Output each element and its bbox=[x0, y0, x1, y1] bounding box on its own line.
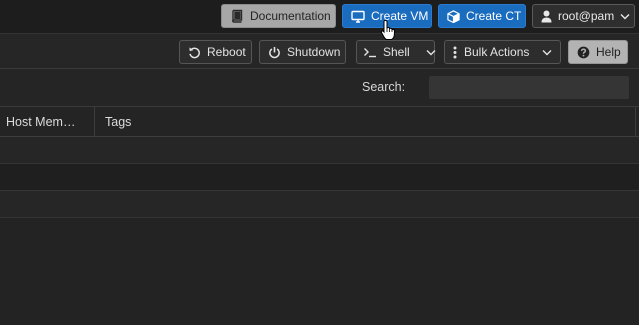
user-icon bbox=[541, 10, 552, 23]
reboot-label: Reboot bbox=[207, 45, 246, 59]
column-header-label: Host Mem… bbox=[6, 114, 76, 129]
help-label: Help bbox=[596, 45, 621, 59]
vertical-ellipsis-icon bbox=[453, 46, 457, 59]
chevron-down-icon[interactable] bbox=[426, 49, 436, 56]
search-label: Search: bbox=[362, 80, 406, 94]
bulk-actions-button[interactable]: Bulk Actions bbox=[444, 40, 561, 64]
column-header-host-memory[interactable]: Host Mem… bbox=[0, 107, 95, 136]
reboot-button[interactable]: Reboot bbox=[179, 40, 252, 64]
chevron-down-icon bbox=[620, 13, 630, 20]
user-label: root@pam bbox=[558, 9, 615, 23]
shutdown-button[interactable]: Shutdown bbox=[259, 40, 346, 64]
shell-label: Shell bbox=[383, 45, 410, 59]
documentation-button[interactable]: Documentation bbox=[221, 4, 336, 28]
create-ct-button[interactable]: Create CT bbox=[438, 4, 526, 28]
create-ct-label: Create CT bbox=[466, 9, 522, 23]
question-circle-icon bbox=[577, 46, 590, 59]
node-toolbar: Reboot Shutdown Shell Bulk Actions Help bbox=[0, 33, 639, 69]
table-row[interactable] bbox=[0, 191, 639, 218]
column-header-label: Tags bbox=[105, 114, 132, 129]
search-input[interactable] bbox=[429, 76, 629, 99]
grid-body bbox=[0, 137, 639, 218]
chevron-down-icon bbox=[542, 49, 552, 56]
reboot-icon bbox=[188, 46, 201, 59]
table-row[interactable] bbox=[0, 137, 639, 164]
documentation-label: Documentation bbox=[250, 9, 331, 23]
help-button[interactable]: Help bbox=[568, 40, 628, 64]
cube-icon bbox=[447, 9, 460, 23]
top-header-bar: Documentation Create VM Create CT root@p… bbox=[0, 0, 639, 33]
power-icon bbox=[268, 46, 281, 59]
monitor-icon bbox=[351, 10, 365, 23]
column-header-tags[interactable]: Tags bbox=[95, 107, 636, 136]
bulk-actions-label: Bulk Actions bbox=[464, 45, 530, 59]
table-row[interactable] bbox=[0, 164, 639, 191]
shutdown-label: Shutdown bbox=[287, 45, 341, 59]
terminal-icon bbox=[363, 46, 377, 58]
grid-header: Host Mem… Tags bbox=[0, 107, 639, 137]
hand-pointer-cursor-icon bbox=[380, 19, 396, 44]
book-icon bbox=[230, 9, 244, 23]
search-bar: Search: bbox=[0, 69, 639, 107]
user-menu-button[interactable]: root@pam bbox=[532, 4, 635, 28]
